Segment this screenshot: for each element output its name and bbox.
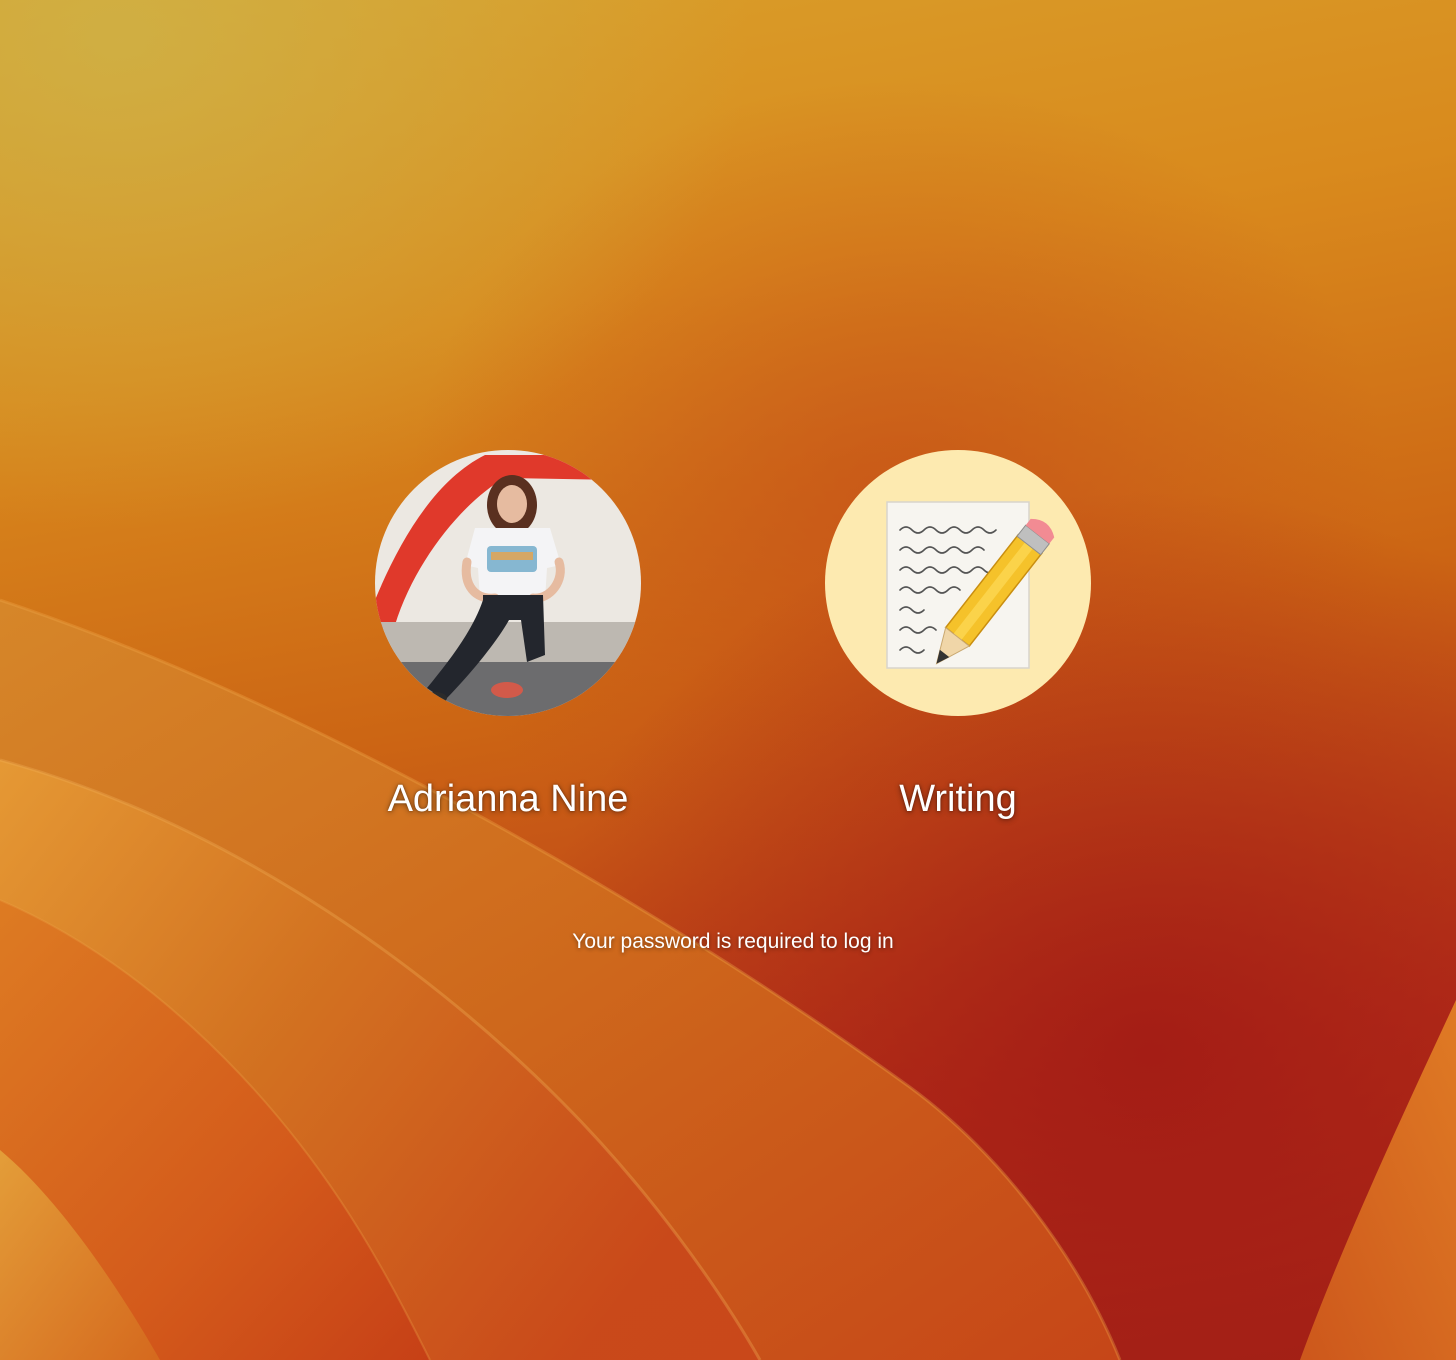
- notepad-pencil-icon: [825, 450, 1091, 716]
- user-name-label[interactable]: Writing: [778, 776, 1138, 822]
- user-tile-writing[interactable]: Writing: [778, 450, 1138, 822]
- user-name-label[interactable]: Adrianna Nine: [328, 776, 688, 822]
- user-avatar[interactable]: [375, 450, 641, 716]
- user-avatar[interactable]: [825, 450, 1091, 716]
- wallpaper: [0, 598, 1456, 1360]
- user-tile-adrianna[interactable]: Adrianna Nine: [328, 450, 688, 822]
- user-photo-avatar: [375, 450, 641, 716]
- password-required-message: Your password is required to log in: [572, 930, 894, 953]
